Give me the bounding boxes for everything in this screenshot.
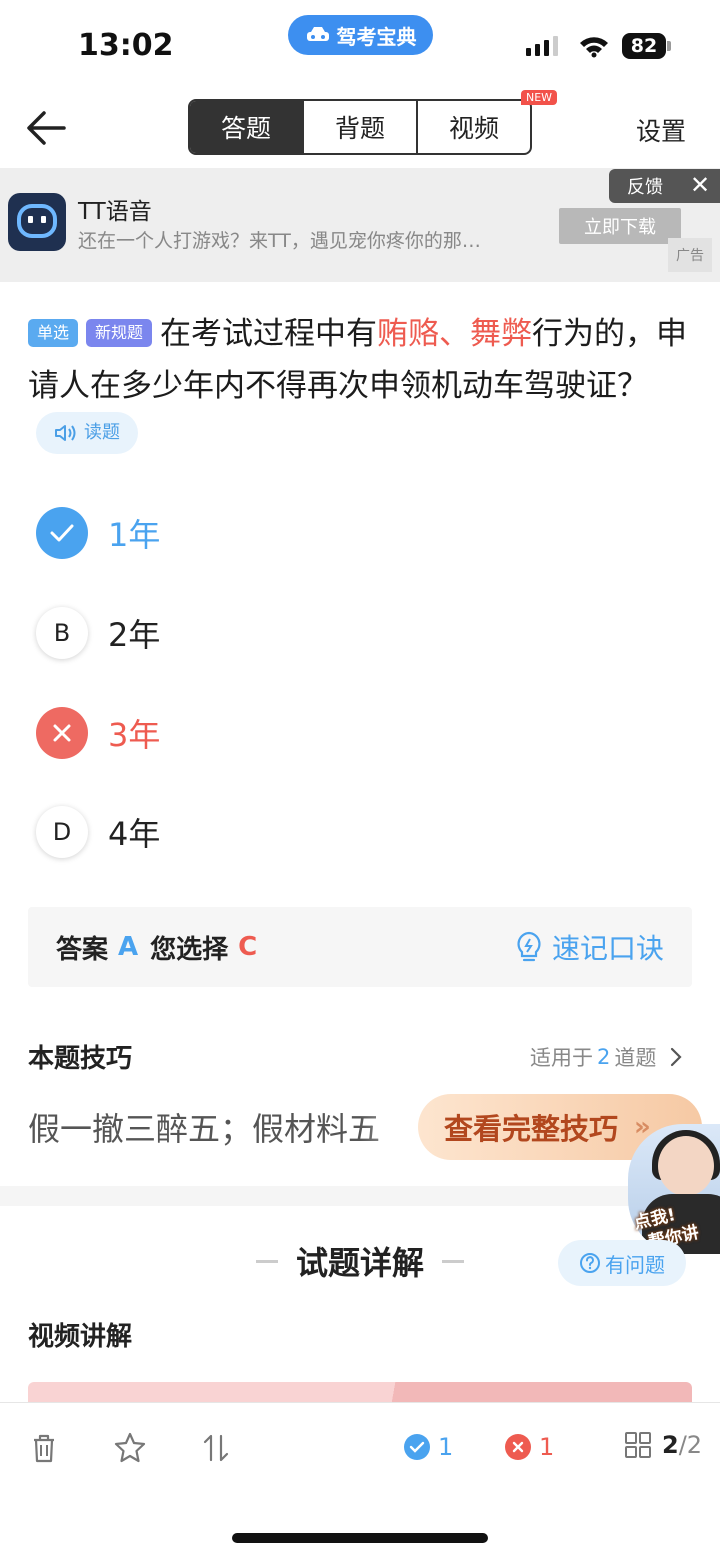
check-icon — [36, 507, 88, 559]
mnemonic-button[interactable]: 速记口诀 — [514, 927, 664, 967]
heading-line-left — [255, 1259, 278, 1263]
battery-icon: 82 — [622, 33, 666, 59]
tab-answer[interactable]: 答题 — [190, 101, 302, 153]
selected-value: C — [238, 932, 258, 962]
car-icon — [306, 27, 329, 41]
question-highlight: 贿赂、舞弊 — [377, 316, 533, 352]
home-indicator[interactable] — [232, 1533, 488, 1543]
correct-count-value: 1 — [438, 1433, 454, 1461]
section-divider — [0, 1186, 720, 1206]
cross-icon — [36, 707, 88, 759]
report-question-label: 有问题 — [605, 1252, 665, 1277]
option-d[interactable]: D 4年 — [36, 805, 686, 859]
tip-applies-prefix: 适用于 — [530, 1046, 593, 1070]
settings-button[interactable]: 设置 — [636, 112, 686, 148]
video-thumbnail[interactable] — [28, 1382, 692, 1404]
page-current: 2 — [662, 1431, 679, 1459]
answer-label: 答案 — [56, 934, 109, 965]
wrong-count-value: 1 — [539, 1433, 555, 1461]
status-time: 13:02 — [78, 28, 174, 63]
speaker-icon — [55, 425, 76, 441]
lightbulb-icon — [517, 931, 541, 962]
tab-video[interactable]: 视频 — [416, 101, 530, 153]
report-question-button[interactable]: 有问题 — [558, 1240, 686, 1286]
wrong-cross-icon — [505, 1434, 531, 1460]
view-full-tip-label: 查看完整技巧 — [444, 1112, 619, 1146]
mode-tabs: 答题 背题 视频 — [188, 99, 532, 155]
close-icon[interactable]: ✕ — [690, 171, 710, 199]
option-a-text: 1年 — [108, 516, 161, 554]
tip-applies-link[interactable]: 适用于 2 道题 — [530, 1042, 684, 1072]
video-explanation-title: 视频讲解 — [28, 1322, 133, 1352]
question-circle-icon — [580, 1253, 600, 1273]
star-icon[interactable] — [112, 1430, 148, 1466]
heading-line-right — [442, 1259, 464, 1263]
tab-memorize[interactable]: 背题 — [302, 101, 416, 153]
wrong-count[interactable]: 1 — [505, 1433, 554, 1461]
option-d-letter: D — [36, 806, 88, 858]
grid-icon — [625, 1432, 651, 1458]
answer-box: 答案 A 您选择 C 速记口诀 — [28, 907, 692, 987]
option-c[interactable]: 3年 — [36, 706, 686, 760]
ad-description: 还在一个人打游戏？来TT，遇见宠你疼你的那… — [78, 230, 481, 252]
read-question-button[interactable]: 读题 — [36, 412, 138, 454]
answer-value: A — [118, 932, 139, 962]
sort-icon[interactable] — [198, 1430, 234, 1466]
question-text-before: 在考试过程中有 — [160, 316, 378, 352]
ad-download-button[interactable]: 立即下载 — [559, 208, 681, 244]
option-b[interactable]: B 2年 — [36, 606, 686, 660]
tip-applies-suffix: 道题 — [614, 1046, 657, 1070]
question-index-button[interactable]: 2/2 — [624, 1431, 702, 1459]
tip-applies-count: 2 — [597, 1045, 611, 1069]
back-arrow-icon[interactable] — [24, 108, 70, 148]
explanation-title: 试题详解 — [295, 1244, 424, 1282]
battery-tip — [667, 41, 671, 51]
correct-check-icon — [404, 1434, 430, 1460]
option-a[interactable]: 1年 — [36, 506, 686, 560]
chevron-right-icon — [671, 1047, 682, 1067]
trash-icon[interactable] — [26, 1430, 62, 1466]
mnemonic-label: 速记口诀 — [551, 932, 664, 965]
app-name-pill[interactable]: 驾考宝典 — [288, 15, 433, 55]
option-c-text: 3年 — [108, 716, 161, 754]
wifi-icon — [580, 37, 608, 58]
ad-app-logo — [8, 193, 66, 251]
avatar-face — [658, 1136, 714, 1196]
option-b-text: 2年 — [108, 616, 161, 654]
tag-single-choice: 单选 — [28, 319, 79, 347]
tag-new-rule: 新规题 — [86, 319, 153, 347]
tip-title: 本题技巧 — [28, 1044, 133, 1074]
option-d-text: 4年 — [108, 815, 161, 853]
app-name: 驾考宝典 — [336, 24, 417, 49]
selected-label: 您选择 — [150, 934, 229, 965]
page-total: /2 — [678, 1431, 703, 1459]
tt-logo-icon — [17, 204, 57, 238]
read-question-label: 读题 — [84, 422, 120, 443]
ad-label: 广告 — [668, 238, 712, 272]
question-text: 单选 新规题 在考试过程中有贿赂、舞弊行为的，申请人在多少年内不得再次申领机动车驾驶… — [28, 308, 698, 465]
correct-count[interactable]: 1 — [404, 1433, 453, 1461]
new-badge: NEW — [521, 90, 558, 105]
signal-icon — [526, 36, 558, 56]
option-b-letter: B — [36, 607, 88, 659]
tip-text: 假一撤三醉五；假材料五 — [28, 1110, 381, 1148]
ad-title: TT语音 — [78, 199, 152, 225]
